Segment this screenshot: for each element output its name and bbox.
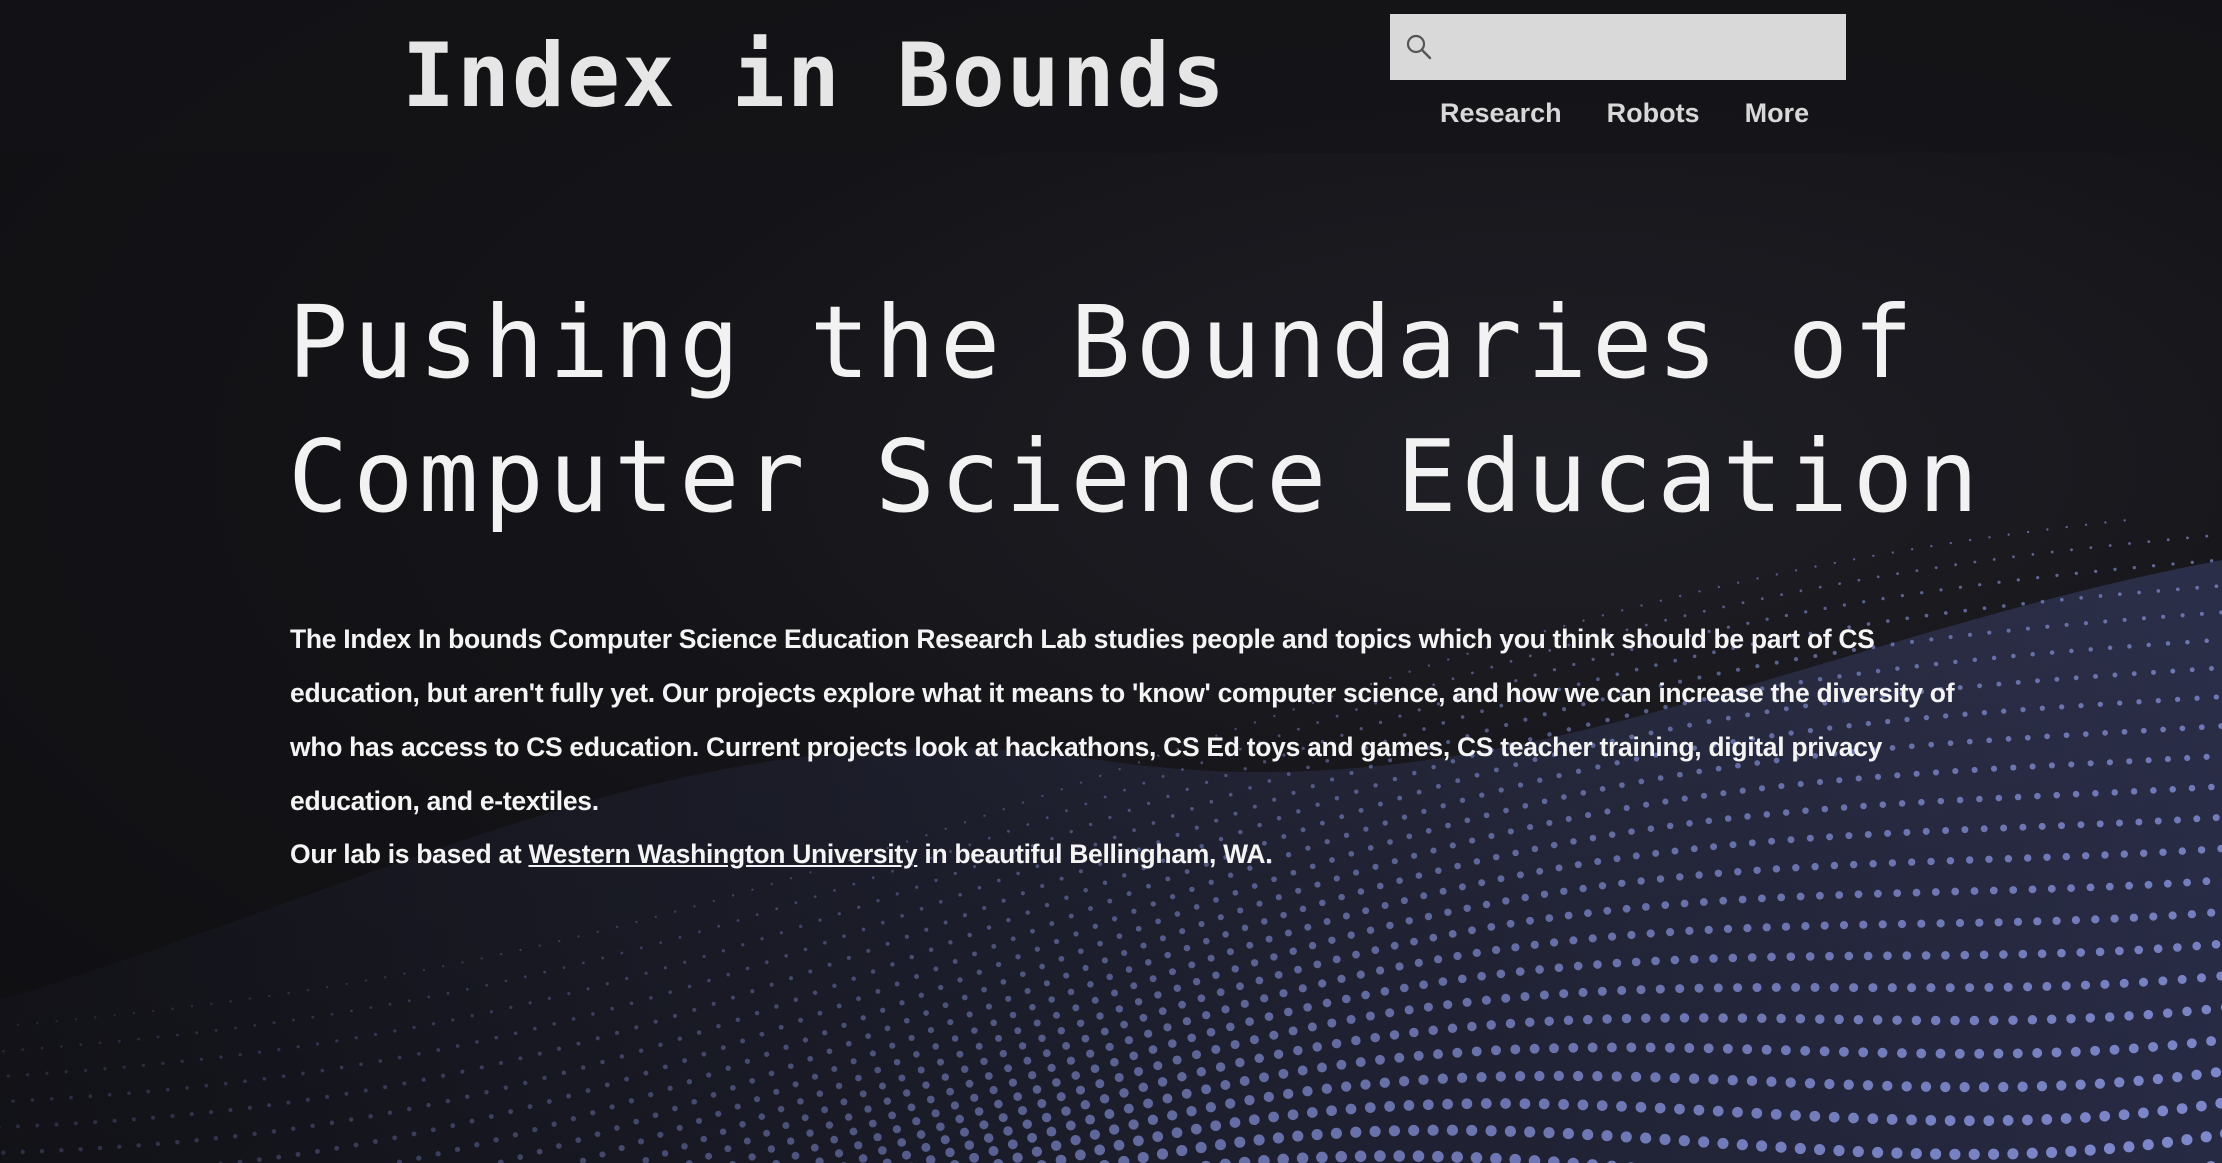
site-title[interactable]: Index in Bounds xyxy=(402,26,1227,126)
location-paragraph: Our lab is based at Western Washington U… xyxy=(290,827,1273,881)
background-dot-wave-image xyxy=(0,519,2222,1163)
search-box[interactable] xyxy=(1390,14,1846,80)
nav-item-more[interactable]: More xyxy=(1745,98,1810,129)
location-prefix: Our lab is based at xyxy=(290,839,529,869)
location-suffix: in beautiful Bellingham, WA. xyxy=(917,839,1273,869)
hero-title: Pushing the Boundaries of Computer Scien… xyxy=(288,276,1988,544)
hero-title-line-2: Computer Science Education xyxy=(288,418,1984,535)
intro-paragraph: The Index In bounds Computer Science Edu… xyxy=(290,624,1955,816)
search-input[interactable] xyxy=(1446,14,1836,80)
page: Index in Bounds Research Robots More Pus… xyxy=(0,0,2222,1163)
nav-item-research[interactable]: Research xyxy=(1440,98,1562,129)
main-nav: Research Robots More xyxy=(1440,98,1809,129)
nav-item-robots[interactable]: Robots xyxy=(1607,98,1700,129)
hero-title-line-1: Pushing the Boundaries of xyxy=(288,284,1919,401)
wwu-link[interactable]: Western Washington University xyxy=(528,839,917,869)
search-icon xyxy=(1406,34,1432,60)
